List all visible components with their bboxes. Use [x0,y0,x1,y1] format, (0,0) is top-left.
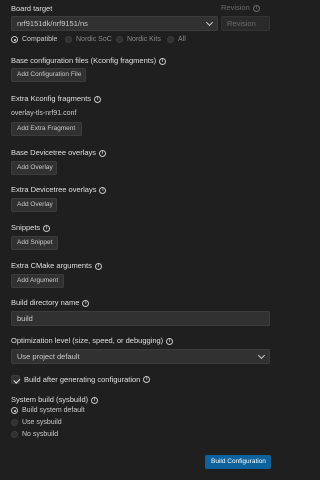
build-dir-input[interactable]: build [11,311,270,326]
checkbox-checked-icon [11,375,20,384]
extra-dt-label: Extra Devicetree overlays i [11,185,107,194]
add-snippet-button[interactable]: Add Snippet [11,236,58,250]
cmake-label: Extra CMake arguments i [11,261,102,270]
radio-selected-icon [11,407,18,414]
radio-icon [65,36,72,43]
sysbuild-option-use[interactable]: Use sysbuild [11,419,62,426]
extra-kconfig-label: Extra Kconfig fragments i [11,94,102,103]
add-extra-fragment-button[interactable]: Add Extra Fragment [11,122,82,136]
info-icon[interactable]: i [82,300,90,307]
radio-icon [167,36,174,43]
info-icon[interactable]: i [99,187,107,194]
revision-input[interactable]: Revision [221,16,270,31]
info-icon[interactable]: i [94,96,102,103]
filter-nordic-soc[interactable]: Nordic SoC [65,36,112,43]
radio-icon [11,431,18,438]
info-icon[interactable]: i [43,225,51,232]
chevron-down-icon [257,351,266,360]
info-icon[interactable]: i [159,58,167,65]
base-dt-label: Base Devicetree overlays i [11,148,107,157]
build-dir-label: Build directory name i [11,298,90,307]
optimization-select[interactable]: Use project default [11,349,270,364]
build-configuration-button[interactable]: Build Configuration [205,455,271,469]
filter-nordic-kits[interactable]: Nordic Kits [116,36,161,43]
add-argument-button[interactable]: Add Argument [11,274,64,288]
radio-icon [116,36,123,43]
extra-kconfig-file: overlay-tls-nrf91.conf [11,110,77,117]
board-target-select[interactable]: nrf9151dk/nrf9151/ns [11,16,218,31]
filter-all[interactable]: All [167,36,186,43]
add-configuration-file-button[interactable]: Add Configuration File [11,68,86,82]
info-icon[interactable]: i [252,5,260,12]
info-icon[interactable]: i [143,376,151,383]
optimization-label: Optimization level (size, speed, or debu… [11,336,174,345]
sysbuild-option-no[interactable]: No sysbuild [11,431,58,438]
sysbuild-label: System build (sysbuild) i [11,395,99,404]
add-extra-overlay-button[interactable]: Add Overlay [11,198,57,212]
snippets-label: Snippets i [11,223,51,232]
radio-icon [11,419,18,426]
chevron-down-icon [205,18,214,27]
revision-label: Revision i [221,3,260,12]
radio-selected-icon [11,36,18,43]
add-base-overlay-button[interactable]: Add Overlay [11,161,57,175]
info-icon[interactable]: i [94,263,102,270]
build-after-checkbox[interactable]: Build after generating configuration i [11,375,151,384]
filter-compatible[interactable]: Compatible [11,36,57,43]
board-target-label: Board target [11,4,53,13]
info-icon[interactable]: i [166,338,174,345]
info-icon[interactable]: i [99,150,107,157]
base-config-label: Base configuration files (Kconfig fragme… [11,56,167,65]
info-icon[interactable]: i [91,397,99,404]
sysbuild-option-default[interactable]: Build system default [11,407,85,414]
